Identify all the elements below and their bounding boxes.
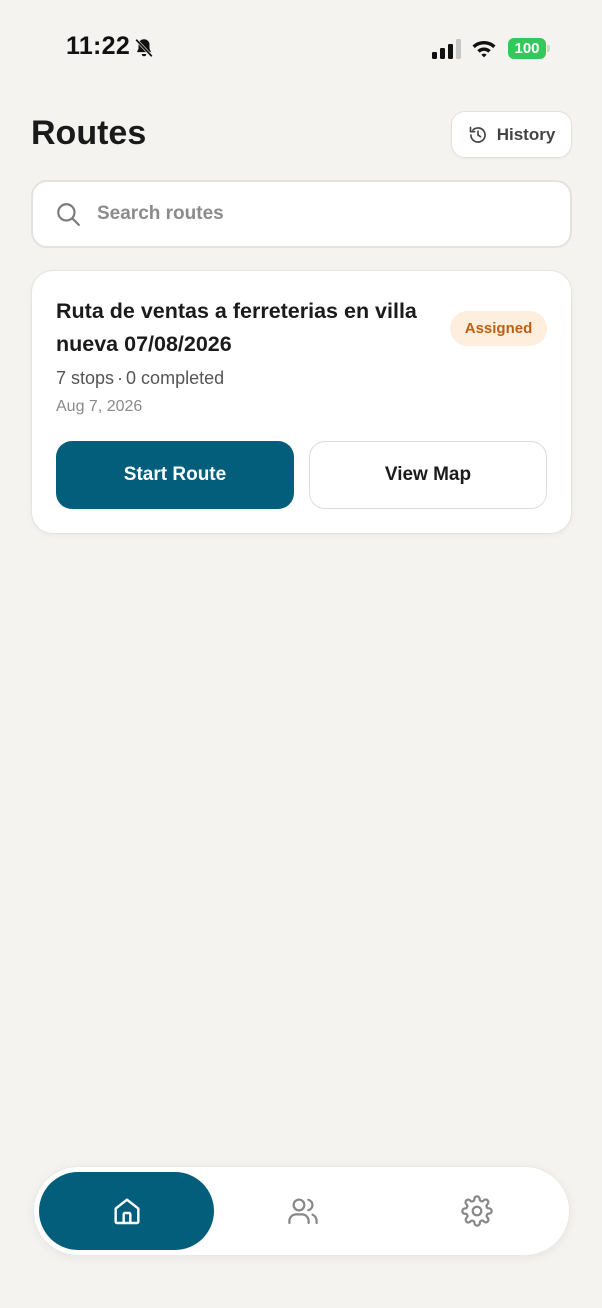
status-badge: Assigned <box>450 311 547 346</box>
route-completed: 0 completed <box>126 368 225 388</box>
route-date: Aug 7, 2026 <box>56 398 143 415</box>
history-label: History <box>496 124 556 144</box>
search-icon <box>57 203 80 226</box>
routes-screen: 11:22 100 Routes History Search routes R… <box>0 0 602 1308</box>
page-title: Routes <box>31 114 147 152</box>
view-map-button[interactable]: View Map <box>309 441 547 509</box>
wifi-icon <box>472 41 496 58</box>
users-icon <box>287 1198 318 1225</box>
search-bar[interactable] <box>31 180 572 248</box>
route-title: Ruta de ventas a ferreterias en villa nu… <box>56 299 417 356</box>
status-time: 11:22 <box>66 32 131 60</box>
bell-slash-icon <box>135 38 153 58</box>
history-clock-icon <box>469 126 486 143</box>
route-meta: 7 stops · 0 completed <box>56 368 224 389</box>
battery-level: 100 <box>514 40 540 57</box>
search-input[interactable] <box>97 203 517 225</box>
route-stops: 7 stops <box>56 368 115 388</box>
battery-cap <box>547 45 550 52</box>
settings-gear-icon <box>460 1195 493 1227</box>
home-icon <box>113 1198 140 1225</box>
start-route-button[interactable]: Start Route <box>56 441 294 509</box>
status-bar: 11:22 100 <box>0 0 602 96</box>
nav-users[interactable] <box>215 1172 390 1250</box>
bottom-nav <box>33 1166 570 1256</box>
meta-separator: · <box>117 368 124 388</box>
history-button[interactable]: History <box>451 111 572 158</box>
cellular-signal-icon <box>432 39 461 59</box>
route-card[interactable]: Ruta de ventas a ferreterias en villa nu… <box>31 270 572 534</box>
nav-home[interactable] <box>39 1172 214 1250</box>
battery-icon: 100 <box>508 38 546 59</box>
nav-settings[interactable] <box>389 1172 564 1250</box>
